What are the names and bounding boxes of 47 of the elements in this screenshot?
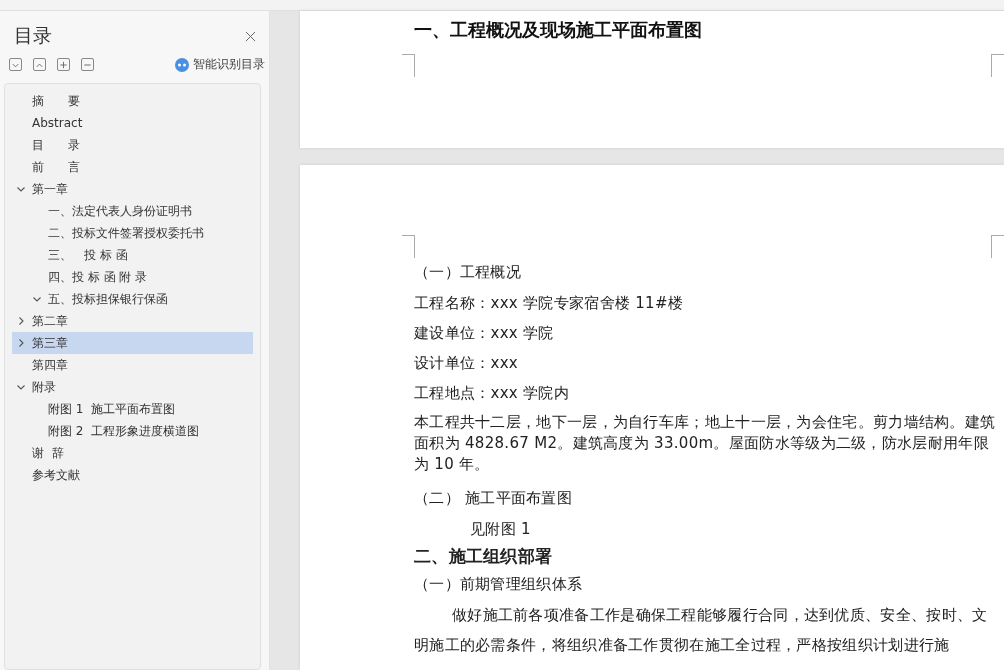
section-heading: 二、施工组织部署 (414, 545, 554, 567)
outline-item[interactable]: 附图 2 工程形象进度横道图 (12, 420, 253, 442)
chevron-down-icon[interactable] (16, 382, 26, 392)
section-subheading: （一）工程概况 (414, 262, 523, 283)
project-field: 工程名称：xxx 学院专家宿舍楼 11#楼 (414, 292, 999, 314)
chevron-right-icon[interactable] (16, 316, 26, 326)
plus-icon[interactable] (57, 58, 70, 71)
outline-item[interactable]: 五、投标担保银行保函 (12, 288, 253, 310)
chevron-down-icon[interactable] (32, 294, 42, 304)
smart-toc-button[interactable]: 智能识别目录 (175, 56, 265, 73)
reference-text: 见附图 1 (469, 519, 532, 540)
margin-mark (991, 54, 1004, 77)
margin-mark (402, 54, 415, 77)
outline-item[interactable]: 一、法定代表人身份证明书 (12, 200, 253, 222)
panel-title: 目录 (14, 23, 52, 48)
outline-item[interactable]: 二、投标文件签署授权委托书 (12, 222, 253, 244)
smart-bot-icon (175, 57, 189, 72)
project-field: 设计单位：xxx (414, 352, 999, 374)
body-paragraph: 做好施工前各项准备工作是确保工程能够履行合同，达到优质、安全、按时、文明施工的必需条件，将组织准备工作贯彻在施工全过程，严格按组织计划进行施 (414, 605, 989, 656)
outline-item[interactable]: 第四章 (12, 354, 253, 376)
chevron-down-icon[interactable] (16, 184, 26, 194)
outline-item[interactable]: 附图 1 施工平面布置图 (12, 398, 253, 420)
outline-item[interactable]: 目 录 (12, 134, 253, 156)
project-field: 建设单位：xxx 学院 (414, 322, 999, 344)
project-field: 工程地点：xxx 学院内 (414, 382, 999, 404)
chapter-heading: 一、工程概况及现场施工平面布置图 (414, 19, 703, 42)
collapse-all-icon[interactable] (9, 58, 22, 71)
expand-up-icon[interactable] (33, 58, 46, 71)
outline-item[interactable]: 摘 要 (12, 90, 253, 112)
body-paragraph: 本工程共十二层，地下一层，为自行车库；地上十一层，为会住宅。剪力墙结构。建筑面积为 4828.67 M2。建筑高度为 33.00m。屋面防水等级为二级，防水层耐用年限为 10 年。 (414, 412, 997, 475)
minus-icon[interactable] (81, 58, 94, 71)
margin-mark (991, 235, 1004, 258)
section-subheading: （一）前期管理组织体系 (414, 574, 584, 595)
outline-item[interactable]: 谢 辞 (12, 442, 253, 464)
outline-item[interactable]: 附录 (12, 376, 253, 398)
outline-item[interactable]: 第三章 (12, 332, 253, 354)
chevron-right-icon[interactable] (16, 338, 26, 348)
outline-item[interactable]: 前 言 (12, 156, 253, 178)
outline-item[interactable]: 第一章 (12, 178, 253, 200)
margin-mark (402, 235, 415, 258)
outline-item[interactable]: 第二章 (12, 310, 253, 332)
outline-item[interactable]: 参考文献 (12, 464, 253, 486)
outline-item[interactable]: 三、 投 标 函 (12, 244, 253, 266)
close-button[interactable] (243, 29, 257, 43)
section-subheading: （二） 施工平面布置图 (414, 488, 574, 509)
outline-item[interactable]: Abstract (12, 112, 253, 134)
outline-item[interactable]: 四、投 标 函 附 录 (12, 266, 253, 288)
